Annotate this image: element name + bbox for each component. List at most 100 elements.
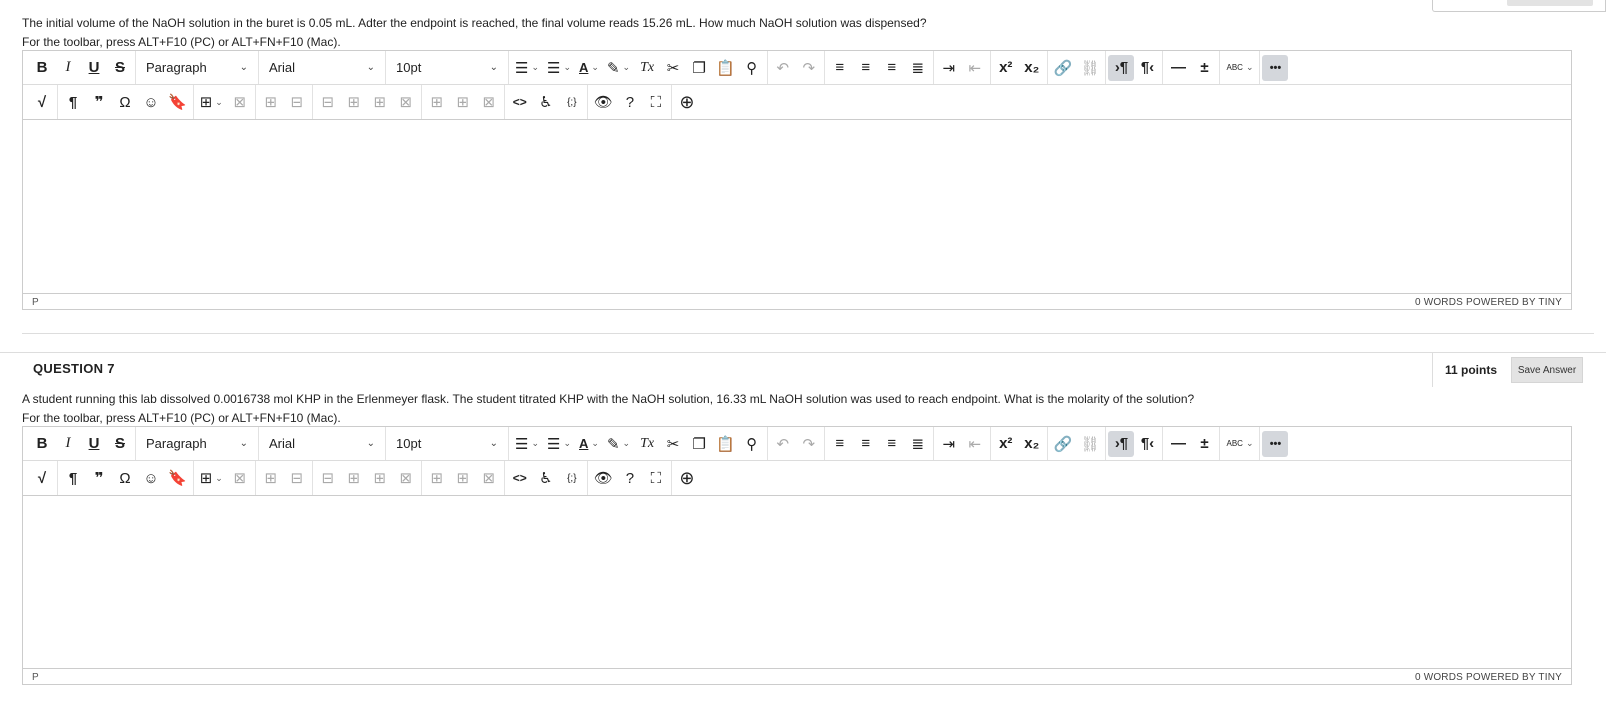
split-cell-button[interactable]: ⊠	[393, 89, 419, 115]
strikethrough-button[interactable]: S	[107, 55, 133, 81]
italic-button[interactable]: I	[55, 431, 81, 457]
delete-col-button[interactable]: ⊠	[476, 89, 502, 115]
spellcheck-button[interactable]: ABC ⌄	[1222, 55, 1257, 81]
indent-button[interactable]: ⇥	[936, 431, 962, 457]
insert-row-after-button[interactable]: ⊞	[341, 465, 367, 491]
rich-text-editor[interactable]: B I U S Paragraph ⌄ Arial ⌄ 10pt ⌄ ☰ ⌄ ☰ ⌄ A ⌄…	[22, 50, 1572, 310]
accessibility-button[interactable]: ♿	[533, 465, 559, 491]
align-center-button[interactable]: ≡	[853, 431, 879, 457]
delete-col-button[interactable]: ⊠	[476, 465, 502, 491]
subscript-button[interactable]: x₂	[1019, 431, 1045, 457]
insert-col-before-button[interactable]: ⊞	[424, 89, 450, 115]
split-cell-button[interactable]: ⊠	[393, 465, 419, 491]
align-right-button[interactable]: ≡	[879, 55, 905, 81]
block-format-select[interactable]: Paragraph ⌄	[138, 431, 256, 457]
insert-col-after-button[interactable]: ⊞	[450, 89, 476, 115]
link-button[interactable]: 🔗	[1050, 431, 1077, 457]
rtl-button[interactable]: ¶‹	[1134, 431, 1160, 457]
table-button[interactable]: ⊞ ⌄	[196, 465, 227, 491]
more-button[interactable]: •••	[1262, 430, 1289, 457]
accessibility-button[interactable]: ♿	[533, 89, 559, 115]
math-button[interactable]: √	[29, 89, 55, 115]
insert-row-before-button[interactable]: ⊟	[315, 89, 341, 115]
insert-content-button[interactable]: ⊕	[674, 89, 700, 115]
rtl-button[interactable]: ¶‹	[1134, 55, 1160, 81]
redo-button[interactable]: ↷	[796, 55, 822, 81]
ltr-button[interactable]: ›¶	[1108, 54, 1135, 81]
element-path[interactable]: P	[32, 297, 39, 308]
bold-button[interactable]: B	[29, 431, 55, 457]
save-answer-button[interactable]: Save Answer	[1511, 357, 1584, 383]
fullscreen-button[interactable]: ⛶	[643, 89, 669, 115]
unlink-button[interactable]: ⛓	[1076, 431, 1103, 457]
underline-button[interactable]: U	[81, 55, 107, 81]
font-size-select[interactable]: 10pt ⌄	[388, 55, 506, 81]
link-button[interactable]: 🔗	[1050, 55, 1077, 81]
insert-content-button[interactable]: ⊕	[674, 465, 700, 491]
align-center-button[interactable]: ≡	[853, 55, 879, 81]
delete-row-button[interactable]: ⊞	[367, 465, 393, 491]
copy-button[interactable]: ❐	[686, 431, 712, 457]
insert-col-after-button[interactable]: ⊞	[450, 465, 476, 491]
preview-button[interactable]: 👁	[590, 465, 617, 491]
math-button[interactable]: √	[29, 465, 55, 491]
block-format-select[interactable]: Paragraph ⌄	[138, 55, 256, 81]
font-family-select[interactable]: Arial ⌄	[261, 431, 383, 457]
horizontal-line-button[interactable]: —	[1165, 55, 1191, 81]
table-row-props-button[interactable]: ⊞	[258, 89, 284, 115]
spellcheck-button[interactable]: ABC ⌄	[1222, 431, 1257, 457]
more-button[interactable]: •••	[1262, 54, 1289, 81]
underline-button[interactable]: U	[81, 431, 107, 457]
numbered-list-button[interactable]: ☰ ⌄	[543, 55, 575, 81]
paste-button[interactable]: 📋	[712, 55, 739, 81]
editor-content-area[interactable]	[23, 120, 1571, 293]
delete-table-button[interactable]: ⊠	[227, 89, 253, 115]
element-path[interactable]: P	[32, 672, 39, 683]
indent-button[interactable]: ⇥	[936, 55, 962, 81]
align-justify-button[interactable]: ≣	[905, 55, 931, 81]
subscript-button[interactable]: x₂	[1019, 55, 1045, 81]
redo-button[interactable]: ↷	[796, 431, 822, 457]
special-char-button[interactable]: Ω	[112, 89, 138, 115]
blockquote-button[interactable]: ❞	[86, 465, 112, 491]
insert-col-before-button[interactable]: ⊞	[424, 465, 450, 491]
unlink-button[interactable]: ⛓	[1076, 55, 1103, 81]
undo-button[interactable]: ↶	[770, 431, 796, 457]
insert-row-after-button[interactable]: ⊞	[341, 89, 367, 115]
cut-button[interactable]: ✂	[660, 55, 686, 81]
paste-button[interactable]: 📋	[712, 431, 739, 457]
paragraph-button[interactable]: ¶	[60, 89, 86, 115]
bookmark-button[interactable]: 🔖	[164, 89, 191, 115]
align-left-button[interactable]: ≡	[827, 431, 853, 457]
clear-format-button[interactable]: Tx	[634, 431, 660, 457]
align-right-button[interactable]: ≡	[879, 431, 905, 457]
align-left-button[interactable]: ≡	[827, 55, 853, 81]
help-button[interactable]: ?	[617, 89, 643, 115]
delete-row-button[interactable]: ⊞	[367, 89, 393, 115]
emoji-button[interactable]: ☺	[138, 465, 164, 491]
blockquote-button[interactable]: ❞	[86, 89, 112, 115]
align-justify-button[interactable]: ≣	[905, 431, 931, 457]
bookmark-button[interactable]: 🔖	[164, 465, 191, 491]
copy-button[interactable]: ❐	[686, 55, 712, 81]
emoji-button[interactable]: ☺	[138, 89, 164, 115]
paragraph-button[interactable]: ¶	[60, 465, 86, 491]
previous-save-button[interactable]	[1507, 0, 1593, 6]
font-size-select[interactable]: 10pt ⌄	[388, 431, 506, 457]
fullscreen-button[interactable]: ⛶	[643, 465, 669, 491]
ltr-button[interactable]: ›¶	[1108, 430, 1135, 457]
special-char-button[interactable]: Ω	[112, 465, 138, 491]
code-sample-button[interactable]: {;}	[559, 465, 585, 491]
outdent-button[interactable]: ⇤	[962, 431, 988, 457]
delete-table-button[interactable]: ⊠	[227, 465, 253, 491]
bold-button[interactable]: B	[29, 55, 55, 81]
italic-button[interactable]: I	[55, 55, 81, 81]
superscript-button[interactable]: x²	[993, 55, 1019, 81]
table-cell-props-button[interactable]: ⊟	[284, 89, 310, 115]
cut-button[interactable]: ✂	[660, 431, 686, 457]
outdent-button[interactable]: ⇤	[962, 55, 988, 81]
highlight-button[interactable]: ✎ ⌄	[603, 55, 634, 81]
source-code-button[interactable]: <>	[507, 465, 533, 491]
find-button[interactable]: ⚲	[739, 431, 765, 457]
table-cell-props-button[interactable]: ⊟	[284, 465, 310, 491]
